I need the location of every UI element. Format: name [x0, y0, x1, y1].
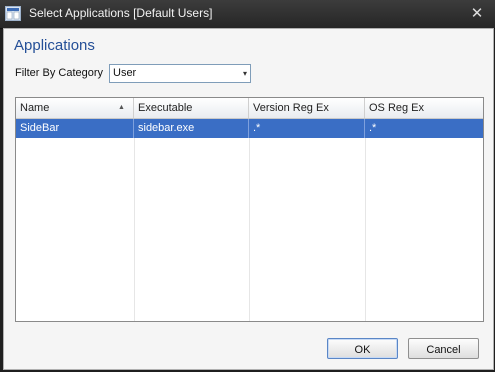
cell-version-regex: .*	[249, 119, 365, 138]
column-header-executable[interactable]: Executable	[134, 98, 249, 118]
column-header-label: Name	[20, 102, 50, 114]
cell-name: SideBar	[16, 119, 134, 138]
app-window-icon	[5, 6, 21, 21]
close-icon[interactable]: ✕	[466, 4, 488, 23]
column-divider	[249, 138, 250, 321]
column-header-label: OS Reg Ex	[369, 102, 425, 114]
column-divider	[134, 138, 135, 321]
column-divider	[365, 138, 366, 321]
cell-os-regex: .*	[369, 122, 377, 134]
column-header-os-regex[interactable]: OS Reg Ex	[365, 98, 483, 118]
column-header-label: Version Reg Ex	[253, 102, 329, 114]
grid-header: Name ▲ Executable Version Reg Ex OS Reg …	[16, 98, 483, 119]
column-header-label: Executable	[138, 102, 193, 114]
sort-ascending-icon: ▲	[118, 104, 125, 111]
cell-executable: sidebar.exe	[134, 119, 249, 138]
cancel-button[interactable]: Cancel	[408, 338, 479, 359]
category-dropdown-value: User	[113, 67, 137, 79]
window-title: Select Applications [Default Users]	[29, 6, 213, 20]
filter-label: Filter By Category	[15, 67, 104, 79]
table-row[interactable]: SideBar sidebar.exe .* .*	[16, 119, 483, 138]
dialog-window: Select Applications [Default Users] ✕ Ap…	[0, 0, 495, 372]
applications-grid[interactable]: Name ▲ Executable Version Reg Ex OS Reg …	[15, 97, 484, 322]
page-title: Applications	[14, 37, 95, 54]
column-header-name[interactable]: Name ▲	[16, 98, 134, 118]
chevron-down-icon[interactable]: ▾	[243, 66, 247, 81]
dialog-body: Applications Filter By Category User ▾ N…	[3, 28, 494, 370]
ok-button[interactable]: OK	[327, 338, 398, 359]
title-bar[interactable]: Select Applications [Default Users] ✕	[0, 0, 495, 29]
column-header-version-regex[interactable]: Version Reg Ex	[249, 98, 365, 118]
category-dropdown[interactable]: User ▾	[109, 64, 251, 83]
